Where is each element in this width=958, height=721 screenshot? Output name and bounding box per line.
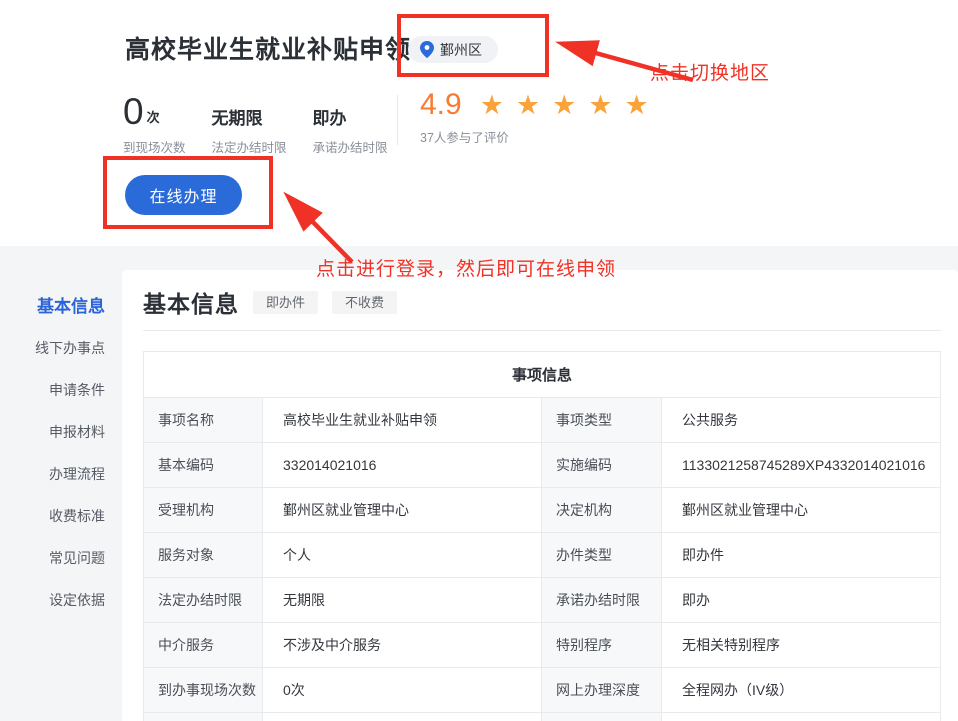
item-info-table: 事项信息 事项名称高校毕业生就业补贴申领事项类型公共服务基本编码33201402… xyxy=(143,351,941,721)
sidebar-item-设定依据[interactable]: 设定依据 xyxy=(0,579,105,621)
stat-value: 无期限 xyxy=(212,108,263,130)
field-value-cell: 鄞州区就业管理中心 xyxy=(263,488,542,533)
page-header: 高校毕业生就业补贴申领 鄞州区 0次到现场次数无期限法定办结时限即办承诺办结时限… xyxy=(0,0,958,246)
basic-info-card: 基本信息 即办件不收费 事项信息 事项名称高校毕业生就业补贴申领事项类型公共服务… xyxy=(122,270,958,721)
card-header: 基本信息 即办件不收费 xyxy=(143,285,941,319)
field-value-cell: 332014021016 xyxy=(263,443,542,488)
sidebar-item-基本信息[interactable]: 基本信息 xyxy=(0,284,105,327)
field-value-cell: 无期限 xyxy=(263,578,542,623)
location-pin-icon xyxy=(420,41,434,58)
rating-score: 4.9 xyxy=(420,88,462,122)
field-label-cell: 事项名称 xyxy=(144,398,263,443)
field-label-cell: 受理机构 xyxy=(144,488,263,533)
sidebar-nav: 基本信息线下办事点申请条件申报材料办理流程收费标准常见问题设定依据 xyxy=(0,284,105,621)
table-row xyxy=(144,713,941,721)
sidebar-item-线下办事点[interactable]: 线下办事点 xyxy=(0,327,105,369)
table-row: 法定办结时限无期限承诺办结时限即办 xyxy=(144,578,941,623)
rating-stars: ★★★★★ xyxy=(480,90,661,121)
sidebar-item-收费标准[interactable]: 收费标准 xyxy=(0,495,105,537)
field-label-cell: 网上办理深度 xyxy=(542,668,662,713)
stats-row: 0次到现场次数无期限法定办结时限即办承诺办结时限 xyxy=(123,92,414,156)
field-value-cell: 即办件 xyxy=(662,533,941,578)
rating-participants: 37人参与了评价 xyxy=(420,127,661,146)
field-value-cell: 无相关特别程序 xyxy=(662,623,941,668)
field-label-cell: 办件类型 xyxy=(542,533,662,578)
stat-label: 到现场次数 xyxy=(123,137,186,156)
field-label-cell: 到办事现场次数 xyxy=(144,668,263,713)
stats-rating-divider xyxy=(397,95,398,145)
stat-label: 承诺办结时限 xyxy=(313,137,388,156)
table-row: 受理机构鄞州区就业管理中心决定机构鄞州区就业管理中心 xyxy=(144,488,941,533)
table-row: 服务对象个人办件类型即办件 xyxy=(144,533,941,578)
field-label-cell: 承诺办结时限 xyxy=(542,578,662,623)
field-label-cell: 法定办结时限 xyxy=(144,578,263,623)
table-row: 基本编码332014021016实施编码1133021258745289XP43… xyxy=(144,443,941,488)
field-label-cell: 特别程序 xyxy=(542,623,662,668)
field-label-cell: 服务对象 xyxy=(144,533,263,578)
sidebar-item-申报材料[interactable]: 申报材料 xyxy=(0,411,105,453)
sidebar-item-申请条件[interactable]: 申请条件 xyxy=(0,369,105,411)
field-value-cell: 不涉及中介服务 xyxy=(263,623,542,668)
field-label-cell: 事项类型 xyxy=(542,398,662,443)
stat-item: 0次到现场次数 xyxy=(123,92,186,156)
section-title: 基本信息 xyxy=(143,285,239,319)
table-row: 到办事现场次数0次网上办理深度全程网办（IV级） xyxy=(144,668,941,713)
stat-item: 无期限法定办结时限 xyxy=(212,92,287,156)
status-tag: 不收费 xyxy=(332,291,397,314)
sidebar-item-办理流程[interactable]: 办理流程 xyxy=(0,453,105,495)
region-switcher-badge[interactable]: 鄞州区 xyxy=(408,36,498,63)
stat-unit: 次 xyxy=(147,107,160,126)
stat-item: 即办承诺办结时限 xyxy=(313,92,388,156)
page-title: 高校毕业生就业补贴申领 xyxy=(125,30,411,66)
status-tag: 即办件 xyxy=(253,291,318,314)
card-divider xyxy=(143,330,941,331)
field-value-cell: 鄞州区就业管理中心 xyxy=(662,488,941,533)
table-row: 中介服务不涉及中介服务特别程序无相关特别程序 xyxy=(144,623,941,668)
field-value-cell: 公共服务 xyxy=(662,398,941,443)
stat-label: 法定办结时限 xyxy=(212,137,287,156)
field-value-cell: 1133021258745289XP4332014021016 xyxy=(662,443,941,488)
stat-value: 0 xyxy=(123,94,144,130)
region-badge-label: 鄞州区 xyxy=(440,40,482,60)
table-title: 事项信息 xyxy=(144,352,941,398)
stat-value: 即办 xyxy=(313,108,347,130)
field-label-cell: 实施编码 xyxy=(542,443,662,488)
field-label-cell: 基本编码 xyxy=(144,443,263,488)
field-value-cell: 全程网办（IV级） xyxy=(662,668,941,713)
table-row: 事项名称高校毕业生就业补贴申领事项类型公共服务 xyxy=(144,398,941,443)
field-value-cell: 即办 xyxy=(662,578,941,623)
field-value-cell: 个人 xyxy=(263,533,542,578)
field-label-cell: 中介服务 xyxy=(144,623,263,668)
sidebar-item-常见问题[interactable]: 常见问题 xyxy=(0,537,105,579)
field-label-cell: 决定机构 xyxy=(542,488,662,533)
online-apply-button[interactable]: 在线办理 xyxy=(125,175,242,215)
rating-block: 4.9 ★★★★★ 37人参与了评价 xyxy=(420,88,661,146)
field-value-cell: 高校毕业生就业补贴申领 xyxy=(263,398,542,443)
field-value-cell: 0次 xyxy=(263,668,542,713)
